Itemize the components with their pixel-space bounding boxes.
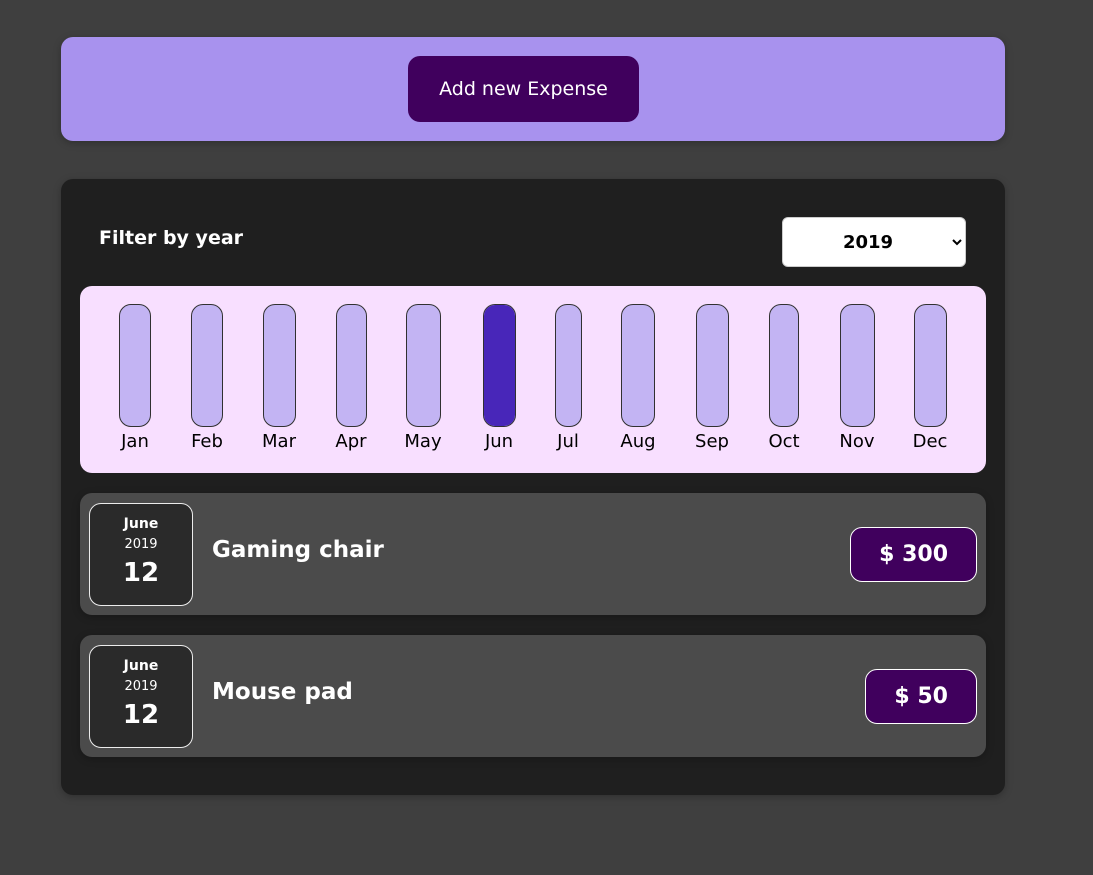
- year-filter-select[interactable]: 2019: [782, 217, 966, 267]
- expense-date: June 2019 12: [89, 645, 193, 748]
- chart-bar-label: Jan: [121, 431, 149, 452]
- expense-date: June 2019 12: [89, 503, 193, 606]
- chart-bar-jun: Jun: [482, 304, 516, 452]
- chart-bar-track: [695, 304, 729, 427]
- expense-title: Mouse pad: [212, 679, 353, 705]
- expense-item: June 2019 12 Mouse pad $ 50: [80, 635, 986, 757]
- chart-bar-track: [621, 304, 655, 427]
- chart-bar-apr: Apr: [335, 304, 367, 452]
- expense-date-month: June: [123, 516, 159, 532]
- filter-label: Filter by year: [99, 227, 244, 249]
- chart-bar-label: Jul: [557, 431, 579, 452]
- chart-bar-may: May: [404, 304, 442, 452]
- chart-bar-mar: Mar: [262, 304, 296, 452]
- chart-bar-feb: Feb: [191, 304, 223, 452]
- chart-bar-oct: Oct: [768, 304, 800, 452]
- chart-bar-aug: Aug: [620, 304, 656, 452]
- chart-bar-label: Nov: [839, 431, 875, 452]
- expense-item: June 2019 12 Gaming chair $ 300: [80, 493, 986, 615]
- expense-date-year: 2019: [124, 679, 158, 694]
- chart-bar-track: [405, 304, 441, 427]
- chart-bar-fill: [483, 305, 515, 426]
- chart-bar-track: [913, 304, 947, 427]
- chart-bar-sep: Sep: [695, 304, 729, 452]
- expense-price: $ 300: [850, 527, 977, 582]
- chart-bar-track: [262, 304, 296, 427]
- expense-date-day: 12: [122, 558, 160, 588]
- chart-bar-dec: Dec: [913, 304, 947, 452]
- chart-bar-track: [335, 304, 367, 427]
- expense-price: $ 50: [865, 669, 977, 724]
- chart-bar-track: [119, 304, 151, 427]
- chart-bar-track: [554, 304, 582, 427]
- expense-date-year: 2019: [124, 537, 158, 552]
- expenses-chart: Jan Feb Mar Apr May Jun Jul Aug Sep Oct Nov Dec: [80, 286, 986, 473]
- expense-date-month: June: [123, 658, 159, 674]
- chart-bar-track: [482, 304, 516, 427]
- expenses-panel: Filter by year 2019 Jan Feb Mar Apr May Jun Ju…: [61, 179, 1005, 795]
- new-expense-panel: Add new Expense: [61, 37, 1005, 141]
- chart-bar-label: Feb: [191, 431, 223, 452]
- chart-bar-track: [839, 304, 875, 427]
- chart-bar-jul: Jul: [554, 304, 582, 452]
- chart-bar-label: Jun: [484, 431, 514, 452]
- expense-title: Gaming chair: [212, 537, 384, 563]
- chart-bar-label: May: [404, 431, 442, 452]
- chart-bar-label: Apr: [335, 431, 367, 452]
- chart-bar-label: Aug: [620, 431, 656, 452]
- chart-bar-jan: Jan: [119, 304, 151, 452]
- add-new-expense-button[interactable]: Add new Expense: [408, 56, 639, 122]
- chart-bar-label: Oct: [768, 431, 800, 452]
- chart-bar-label: Dec: [912, 431, 948, 452]
- chart-bar-label: Sep: [695, 431, 729, 452]
- chart-bar-label: Mar: [262, 431, 296, 452]
- chart-bar-track: [191, 304, 223, 427]
- chart-bar-track: [769, 304, 799, 427]
- chart-bar-nov: Nov: [839, 304, 875, 452]
- expense-date-day: 12: [122, 700, 160, 730]
